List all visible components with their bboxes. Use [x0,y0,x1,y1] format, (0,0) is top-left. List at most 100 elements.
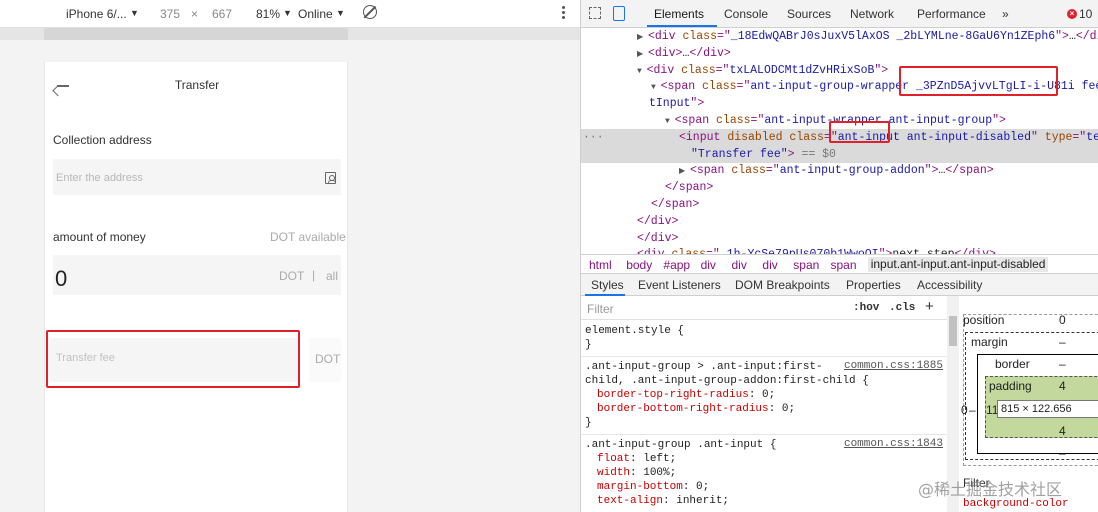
border-bottom-dash: – [1059,446,1066,460]
tab-sources[interactable]: Sources [787,7,831,21]
rule-selector[interactable]: child, .ant-input-group-addon:first-chil… [585,374,869,388]
tab-accessibility[interactable]: Accessibility [917,278,982,292]
css-property[interactable]: text-align: inherit; [597,494,729,508]
device-caret-icon[interactable]: ▼ [130,8,139,18]
node-actions-icon[interactable]: ··· [583,129,604,146]
rotate-icon[interactable] [363,5,377,19]
dom-token: > [787,147,802,161]
inspect-element-icon[interactable] [589,7,601,19]
dom-token: <div> [647,46,683,60]
dom-token: class [731,164,766,178]
height-input[interactable]: 667 [212,7,232,21]
breadcrumb-item[interactable]: div [701,258,716,272]
tab-console[interactable]: Console [724,7,768,21]
rule-separator [581,356,947,357]
styles-filter-input[interactable]: Filter [587,302,614,316]
dom-token: <div [647,30,683,43]
css-property[interactable]: width: 100%; [597,466,676,480]
dom-token: =" [736,80,751,94]
dom-token: </span> [651,198,700,211]
network-select[interactable]: Online [298,7,333,21]
ruler-segment [44,28,348,40]
tab-elements[interactable]: Elements [654,7,704,21]
dom-node-line[interactable]: "Transfer fee"> == $0 [581,145,1098,163]
hover-state-toggle[interactable]: :hov [853,302,879,314]
tab-styles[interactable]: Styles [591,278,624,292]
breadcrumb-item[interactable]: span [793,258,819,272]
expand-toggle-icon[interactable]: ▼ [637,67,647,76]
breadcrumb-item[interactable]: input.ant-input.ant-input-disabled [867,257,1049,272]
tab-event-listeners[interactable]: Event Listeners [638,278,721,292]
zoom-caret-icon[interactable]: ▼ [283,8,292,18]
dom-token: class [716,114,751,127]
rule-source-link[interactable]: common.css:1843 [844,438,943,450]
error-count[interactable]: 10 [1079,7,1092,21]
expand-toggle-icon[interactable]: ▼ [665,117,675,126]
dom-token: "Transfer fee" [691,147,788,161]
more-tabs-icon[interactable]: » [1002,7,1009,21]
content-size-box: 815 × 122.656 [997,400,1098,418]
tab-performance[interactable]: Performance [917,7,986,21]
position-label: position [963,313,1005,327]
breadcrumb-item[interactable]: div [762,258,777,272]
rule-selector[interactable]: .ant-input-group > .ant-input:first- [585,360,823,374]
dom-token: class [682,30,717,43]
dom-token: =" [765,164,780,178]
breadcrumb-item[interactable]: div [732,258,747,272]
dom-token: </div> [689,46,731,60]
expand-toggle-icon[interactable]: ▶ [679,167,690,176]
border-value: – [1059,357,1066,371]
new-rule-button[interactable]: + [925,298,934,315]
dom-token: </div> [637,214,679,228]
network-caret-icon[interactable]: ▼ [336,8,345,18]
tab-network[interactable]: Network [850,7,894,21]
css-property[interactable]: float: left; [597,452,676,466]
expand-toggle-icon[interactable]: ▶ [637,50,648,59]
rule-selector[interactable]: element.style { [585,324,684,338]
all-button[interactable]: all [326,269,338,283]
dom-token: <input [679,130,728,144]
more-options-icon[interactable] [562,6,565,20]
rule-close: } [585,417,592,429]
dom-token: "> [1055,30,1069,43]
margin-left-dash: – [969,403,976,417]
tab-properties[interactable]: Properties [846,278,901,292]
phone-viewport: Transfer Collection address Enter the ad… [44,62,348,512]
class-toggle[interactable]: .cls [889,302,915,314]
scroll-thumb[interactable] [949,316,957,346]
dom-token: "> [924,164,939,178]
address-book-icon[interactable] [325,172,336,184]
expand-toggle-icon[interactable]: ▼ [651,83,661,92]
error-icon[interactable]: × [1067,9,1077,19]
rule-source-link[interactable]: common.css:1885 [844,360,943,372]
rule-selector[interactable]: .ant-input-group .ant-input { [585,438,776,452]
margin-label: margin [971,335,1008,349]
css-property[interactable]: margin-bottom: 0; [597,480,709,494]
amount-unit: DOT [279,269,305,283]
expand-toggle-icon[interactable]: ▶ [637,33,648,42]
dom-token: =" [715,63,730,77]
available-label: DOT available [270,230,346,244]
css-property[interactable]: border-top-right-radius: 0; [597,388,775,402]
breadcrumb-item[interactable]: body [626,258,652,272]
device-select[interactable]: iPhone 6/... [66,7,127,21]
dom-token: _18EdwQABrJ0sJuxV5lAxOS _2bLYMLne-8GaU6Y… [730,30,1056,43]
dom-token: text [1086,130,1098,144]
css-property[interactable]: border-bottom-right-radius: 0; [597,402,795,416]
breadcrumb-item[interactable]: span [831,258,857,272]
active-tab-indicator [647,25,717,27]
dom-token: == $0 [801,147,836,161]
dom-token: type [1044,130,1073,144]
width-input[interactable]: 375 [160,7,180,21]
side-zero: 0 [961,403,968,417]
device-toolbar-icon[interactable] [613,6,625,21]
breadcrumb-item[interactable]: #app [663,258,690,272]
zoom-select[interactable]: 81% [256,7,280,21]
tab-dom-breakpoints[interactable]: DOM Breakpoints [735,278,830,292]
breadcrumb-item[interactable]: html [589,258,612,272]
padding-value: 4 [1059,379,1066,393]
class-highlight-box [899,66,1058,96]
dom-token: class [702,80,737,94]
padding-label: padding [989,379,1032,393]
dom-token: =" [1072,130,1087,144]
